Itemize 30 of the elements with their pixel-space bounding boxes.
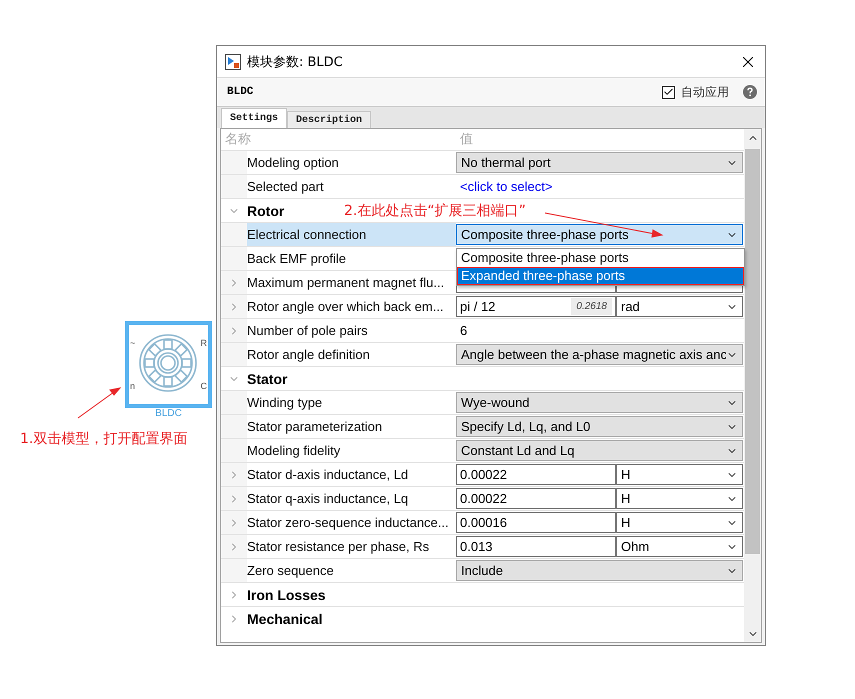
auto-apply-label: 自动应用 [681,84,729,100]
parameter-name: Winding type [247,395,322,410]
port-label: n [130,382,136,391]
parameter-name: Modeling option [247,155,339,170]
port-label: C [200,382,207,391]
annotation-text: 1.双击模型，打开配置界面 [20,430,188,448]
parameter-name: Stator d-axis inductance, Ld [247,467,408,482]
parameter-name: Electrical connection [247,227,366,242]
block-name: BLDC [227,86,254,98]
parameter-name: Selected part [247,179,324,194]
value-text: 6 [459,323,468,338]
parameter-name: Stator zero-sequence inductance... [247,515,449,530]
parameter-name: Stator parameterization [247,419,382,434]
parameter-name: Zero sequence [247,563,334,578]
column-header: 名称 [224,131,252,149]
parameter-name: Number of pole pairs [247,323,368,338]
parameter-name: Rotor angle definition [247,347,370,362]
parameter-name: Rotor angle over which back em... [247,299,444,314]
parameter-name: Maximum permanent magnet flu... [247,275,444,290]
port-label: ~ [130,339,136,348]
window-title: 模块参数: BLDC [247,54,344,70]
parameter-name: Stator q-axis inductance, Lq [247,491,408,506]
annotation-text: 2.在此处点击“扩展三相端口” [344,202,526,220]
port-label: R [200,339,207,348]
parameter-name: Back EMF profile [247,251,346,266]
block-caption: BLDC [154,408,183,419]
parameter-name: Modeling fidelity [247,443,340,458]
column-header: 值 [459,131,474,149]
evaluated-value: 0.2618 [571,298,612,315]
parameter-name: Stator resistance per phase, Rs [247,539,430,554]
